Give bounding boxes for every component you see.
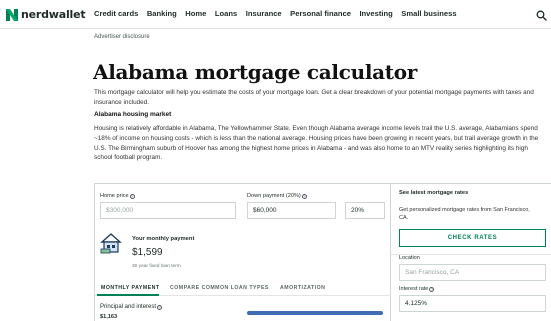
mortgage-calculator: Home price ? $300,000 Down payment (20%)… [94, 183, 551, 321]
tab-compare-loan-types[interactable]: COMPARE COMMON LOAN TYPES [170, 285, 269, 291]
payment-breakdown-bar [247, 311, 383, 315]
calculator-tabs: MONTHLY PAYMENT COMPARE COMMON LOAN TYPE… [95, 282, 391, 296]
nerdwallet-logo-icon [6, 8, 18, 21]
top-navigation-bar: nerdwallet Credit cards Banking Home Loa… [0, 0, 551, 29]
nav-item-small-business[interactable]: Small business [401, 9, 456, 18]
home-price-input[interactable]: $300,000 [100, 202, 236, 219]
monthly-payment-value: $1,599 [132, 247, 163, 258]
info-icon[interactable]: ? [157, 304, 163, 310]
nav-item-banking[interactable]: Banking [147, 9, 177, 18]
logo-text: nerdwallet [21, 8, 86, 21]
tab-amortization[interactable]: AMORTIZATION [280, 285, 325, 291]
main-nav: Credit cards Banking Home Loans Insuranc… [94, 9, 465, 18]
nerdwallet-logo[interactable]: nerdwallet [6, 8, 86, 21]
down-payment-percent-input[interactable]: 20% [345, 202, 385, 219]
housing-market-text: Housing is relatively affordable in Alab… [94, 125, 539, 162]
side-panel-description: Get personalized mortgage rates from San… [399, 207, 530, 222]
advertiser-disclosure-link[interactable]: Advertiser disclosure [94, 34, 150, 40]
location-label: Location [399, 255, 420, 261]
down-payment-label: Down payment (20%) ? [247, 193, 307, 199]
principal-interest-label: Principal and interest ? [100, 304, 163, 310]
down-payment-input[interactable]: $60,000 [247, 202, 336, 219]
nav-item-personal-finance[interactable]: Personal finance [290, 9, 351, 18]
info-icon[interactable]: ? [129, 193, 135, 199]
nav-item-credit-cards[interactable]: Credit cards [94, 9, 138, 18]
calculator-inputs-panel: Home price ? $300,000 Down payment (20%)… [95, 184, 391, 321]
page-title: Alabama mortgage calculator [93, 60, 418, 84]
nav-item-home[interactable]: Home [185, 9, 206, 18]
nav-item-loans[interactable]: Loans [215, 9, 237, 18]
info-icon[interactable]: ? [429, 286, 435, 292]
info-icon[interactable]: ? [301, 193, 307, 199]
side-panel-title: See latest mortgage rates [399, 190, 469, 196]
home-price-label: Home price ? [100, 193, 135, 199]
interest-rate-label: Interest rate ? [399, 286, 435, 292]
house-money-icon [100, 232, 122, 254]
intro-text: This mortgage calculator will help you e… [94, 89, 534, 106]
search-icon[interactable] [536, 8, 547, 21]
monthly-payment-label: Your monthly payment [132, 236, 195, 242]
check-rates-button[interactable]: CHECK RATES [399, 229, 546, 247]
nav-item-insurance[interactable]: Insurance [246, 9, 282, 18]
interest-rate-input[interactable]: 4.125% [399, 295, 546, 312]
tab-monthly-payment[interactable]: MONTHLY PAYMENT [101, 285, 160, 291]
principal-interest-value: $1,163 [100, 314, 118, 320]
active-tab-indicator [97, 294, 159, 296]
loan-term-text: 30 year fixed loan term [132, 264, 181, 269]
nav-item-investing[interactable]: Investing [359, 9, 392, 18]
section-heading: Alabama housing market [94, 111, 172, 118]
location-input[interactable]: San Francisco, CA [399, 264, 546, 281]
